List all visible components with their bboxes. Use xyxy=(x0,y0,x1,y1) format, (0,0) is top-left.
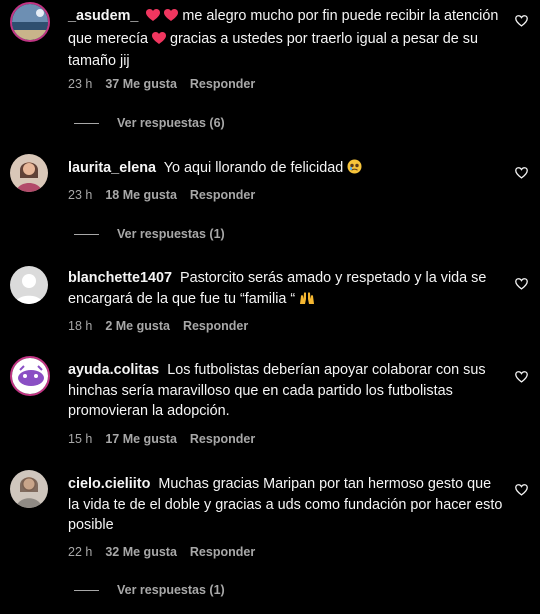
divider-line xyxy=(74,233,99,235)
comment-text: cielo.cieliito Muchas gracias Maripan po… xyxy=(68,474,506,536)
view-replies-button[interactable]: Ver respuestas (1) xyxy=(74,583,225,597)
reply-button[interactable]: Responder xyxy=(190,77,255,91)
like-heart-icon[interactable] xyxy=(515,371,528,383)
raised-hands-emoji xyxy=(299,291,315,312)
like-heart-icon[interactable] xyxy=(515,278,528,290)
comment-body: Yo aqui llorando de felicidad xyxy=(163,160,344,176)
view-replies-button[interactable]: Ver respuestas (6) xyxy=(74,116,225,130)
reply-button[interactable]: Responder xyxy=(190,545,255,559)
likes-count[interactable]: 37 Me gusta xyxy=(105,77,177,91)
reply-button[interactable]: Responder xyxy=(183,319,248,333)
avatar[interactable] xyxy=(10,470,48,508)
avatar-image xyxy=(10,154,48,192)
comment-meta: 22 h 32 Me gusta Responder xyxy=(68,545,268,559)
avatar-image xyxy=(12,4,48,40)
red-heart-emoji xyxy=(152,31,166,52)
like-heart-icon[interactable] xyxy=(515,15,528,27)
comment-meta: 15 h 17 Me gusta Responder xyxy=(68,432,268,446)
divider-line xyxy=(74,589,99,591)
timestamp: 18 h xyxy=(68,319,93,333)
view-replies-button[interactable]: Ver respuestas (1) xyxy=(74,227,225,241)
reply-button[interactable]: Responder xyxy=(190,432,255,446)
view-replies-label: Ver respuestas (6) xyxy=(117,116,225,130)
view-replies-label: Ver respuestas (1) xyxy=(117,227,225,241)
username[interactable]: cielo.cieliito xyxy=(68,476,150,492)
comment-meta: 18 h 2 Me gusta Responder xyxy=(68,319,261,333)
comment-text: _asudem_ me alegro mucho por fin puede r… xyxy=(68,6,506,72)
view-replies-label: Ver respuestas (1) xyxy=(117,583,225,597)
like-heart-icon[interactable] xyxy=(515,484,528,496)
timestamp: 15 h xyxy=(68,432,93,446)
red-heart-emoji xyxy=(164,8,179,29)
red-heart-emoji xyxy=(146,8,161,29)
comment-text: ayuda.colitas Los futbolistas deberían a… xyxy=(68,360,506,422)
likes-count[interactable]: 17 Me gusta xyxy=(105,432,177,446)
like-heart-icon[interactable] xyxy=(515,167,528,179)
avatar-image xyxy=(10,470,48,508)
timestamp: 23 h xyxy=(68,77,93,91)
comment-text: blanchette1407 Pastorcito serás amado y … xyxy=(68,268,506,311)
avatar[interactable] xyxy=(10,356,50,396)
username[interactable]: ayuda.colitas xyxy=(68,362,159,378)
likes-count[interactable]: 2 Me gusta xyxy=(105,319,170,333)
timestamp: 22 h xyxy=(68,545,93,559)
avatar[interactable] xyxy=(10,2,50,42)
default-avatar-icon xyxy=(10,266,48,304)
likes-count[interactable]: 18 Me gusta xyxy=(105,188,177,202)
likes-count[interactable]: 32 Me gusta xyxy=(105,545,177,559)
timestamp: 23 h xyxy=(68,188,93,202)
avatar[interactable] xyxy=(10,266,48,304)
reply-button[interactable]: Responder xyxy=(190,188,255,202)
teary-face-emoji xyxy=(347,159,362,181)
username[interactable]: laurita_elena xyxy=(68,160,156,176)
avatar-image xyxy=(12,358,48,394)
comment-meta: 23 h 18 Me gusta Responder xyxy=(68,188,268,202)
username[interactable]: _asudem_ xyxy=(68,8,138,24)
comment-text: laurita_elena Yo aqui llorando de felici… xyxy=(68,158,506,181)
username[interactable]: blanchette1407 xyxy=(68,270,172,286)
divider-line xyxy=(74,122,99,124)
comment-meta: 23 h 37 Me gusta Responder xyxy=(68,77,268,91)
avatar[interactable] xyxy=(10,154,48,192)
